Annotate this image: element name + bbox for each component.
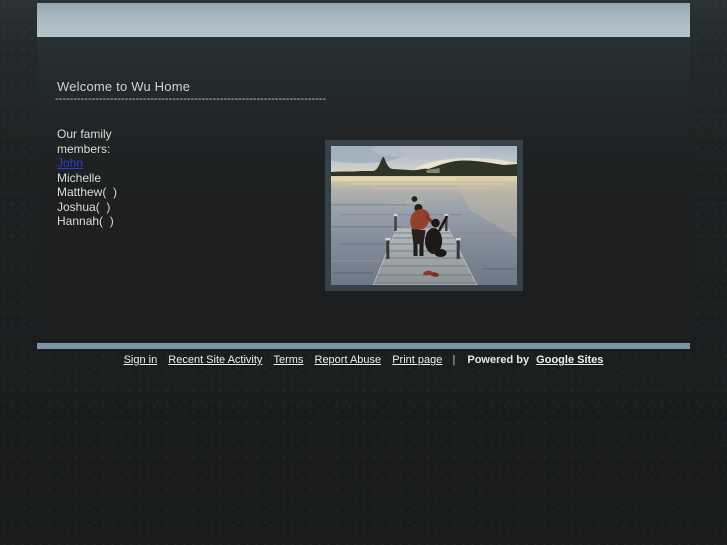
powered-by-label: Powered by <box>467 354 530 366</box>
family-intro-text: Our family members: <box>57 127 112 156</box>
print-page-link[interactable]: Print page <box>392 354 442 366</box>
footer: Sign in Recent Site Activity Terms Repor… <box>0 354 727 366</box>
footer-separator: | <box>452 354 456 366</box>
footer-divider-bar <box>37 343 690 349</box>
family-members-block: Our family members: John Michelle Matthe… <box>57 127 149 229</box>
family-photo <box>326 141 522 290</box>
sign-in-link[interactable]: Sign in <box>124 354 158 366</box>
dashed-divider: ----------------------------------------… <box>55 93 327 105</box>
recent-site-activity-link[interactable]: Recent Site Activity <box>168 354 262 366</box>
member-john-link[interactable]: John <box>57 156 83 170</box>
member-hannah: Hannah( ) <box>57 214 114 228</box>
member-michelle: Michelle <box>57 170 102 185</box>
wu-home-page: { "header": { "banner": "" }, "page": { … <box>0 0 727 545</box>
member-joshua: Joshua( ) <box>57 199 111 214</box>
header-banner <box>37 3 690 37</box>
member-matthew: Matthew( ) <box>57 185 118 199</box>
main-content-area: Welcome to Wu Home ---------------------… <box>37 37 690 343</box>
terms-link[interactable]: Terms <box>273 354 303 366</box>
member-john: John <box>57 156 149 171</box>
lake-dock-photo-illustration <box>331 146 517 285</box>
google-sites-link[interactable]: Google Sites <box>536 354 603 366</box>
report-abuse-link[interactable]: Report Abuse <box>315 354 382 366</box>
page-title: Welcome to Wu Home <box>57 79 191 94</box>
